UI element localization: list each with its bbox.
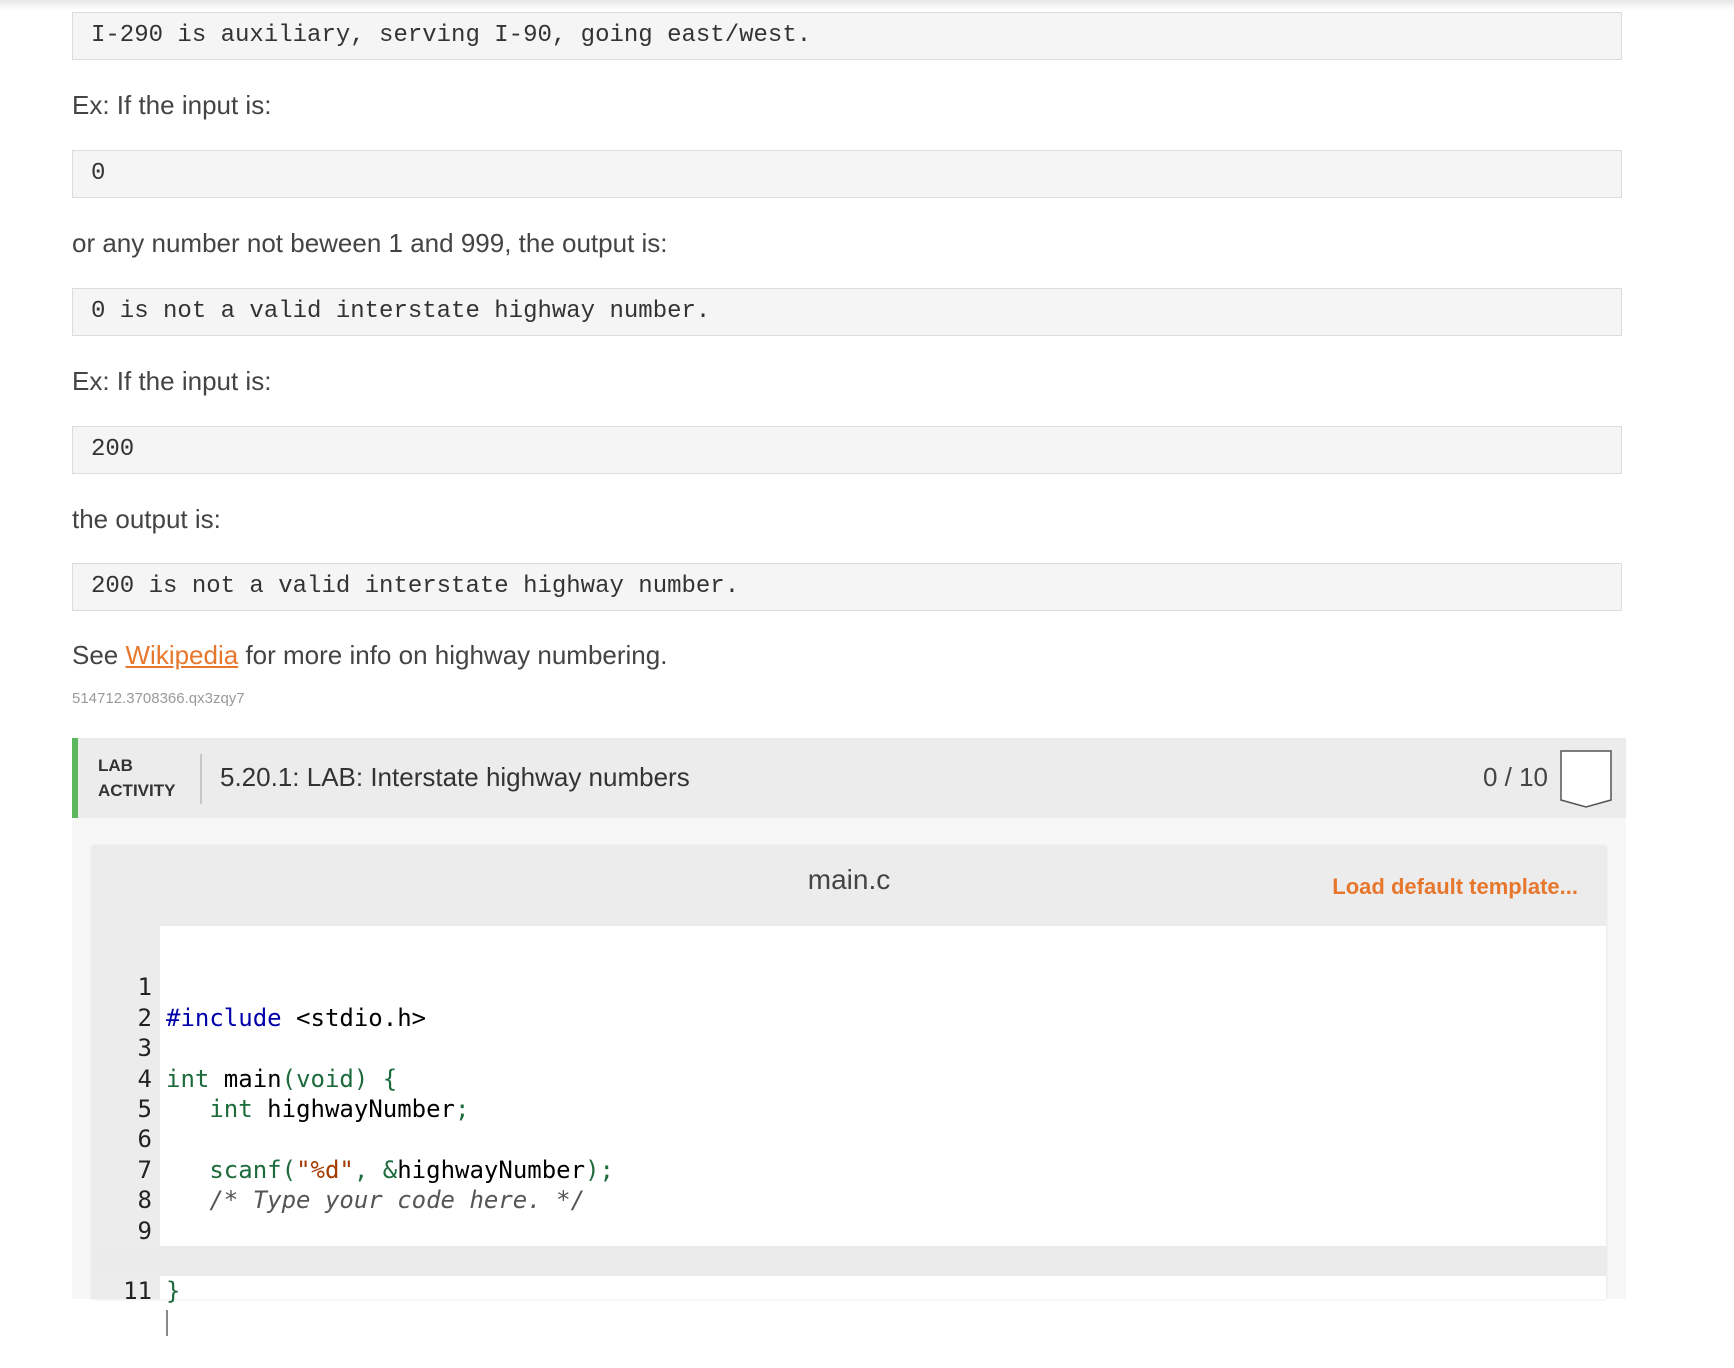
example-output-1: 0 is not a valid interstate highway numb… <box>72 288 1622 336</box>
lab-title: 5.20.1: LAB: Interstate highway numbers <box>220 762 690 792</box>
example-input-label-2: Ex: If the input is: <box>72 366 272 396</box>
page: I-290 is auxiliary, serving I-90, going … <box>0 0 1734 1336</box>
code-line: 5 <box>92 1064 1606 1123</box>
code-line: 9 return 0; <box>92 1185 1606 1275</box>
code-line: 4 int highwayNumber; <box>92 1033 1606 1123</box>
code-line: 2 <box>92 972 1606 1032</box>
line-number: 11 <box>123 1277 152 1306</box>
output-label: the output is: <box>72 504 221 534</box>
completion-badge-icon <box>1560 750 1612 808</box>
lab-score: 0 / 10 <box>1482 762 1548 792</box>
code-line: 8 <box>92 1155 1606 1214</box>
code-sample-note: I-290 is auxiliary, serving I-90, going … <box>72 12 1622 60</box>
header-divider <box>200 754 202 804</box>
code-text-area[interactable]: 1 #include <stdio.h> 2 3 int main(void) … <box>92 942 1606 1336</box>
lab-activity-tag: LAB ACTIVITY <box>98 753 188 803</box>
see-prefix: See <box>72 640 126 670</box>
example-output-2: 200 is not a valid interstate highway nu… <box>72 563 1622 611</box>
example-input-1: 0 <box>72 150 1622 198</box>
invalid-range-text: or any number not beween 1 and 999, the … <box>72 228 668 258</box>
code-line: 1 #include <stdio.h> <box>92 942 1606 1031</box>
example-input-2: 200 <box>72 426 1622 474</box>
code-line: 7 /* Type your code here. */ <box>92 1124 1606 1214</box>
lab-tag-line2: ACTIVITY <box>98 781 176 800</box>
wikipedia-sentence: See Wikipedia for more info on highway n… <box>72 640 667 671</box>
load-default-template-button[interactable]: Load default template... <box>1332 874 1578 900</box>
text-cursor <box>166 1309 168 1336</box>
lab-activity-header: LAB ACTIVITY 5.20.1: LAB: Interstate hig… <box>72 738 1626 818</box>
see-suffix: for more info on highway numbering. <box>238 640 668 670</box>
code-line: 6 scanf("%d", &highwayNumber); <box>92 1094 1606 1183</box>
activity-identifier: 514712.3708366.qx3zqy7 <box>72 690 245 707</box>
editor-toolbar: main.c Load default template... <box>92 846 1606 926</box>
top-shadow <box>0 0 1734 10</box>
wikipedia-link[interactable]: Wikipedia <box>126 640 239 670</box>
code-line: 10 } <box>92 1216 1606 1305</box>
code-editor: main.c Load default template... 1 #inclu… <box>92 846 1606 1336</box>
code-line-active: 11 <box>92 1245 1606 1336</box>
lab-tag-line1: LAB <box>98 756 133 775</box>
example-input-label: Ex: If the input is: <box>72 90 272 120</box>
code-line: 3 int main(void) { <box>92 1003 1606 1092</box>
